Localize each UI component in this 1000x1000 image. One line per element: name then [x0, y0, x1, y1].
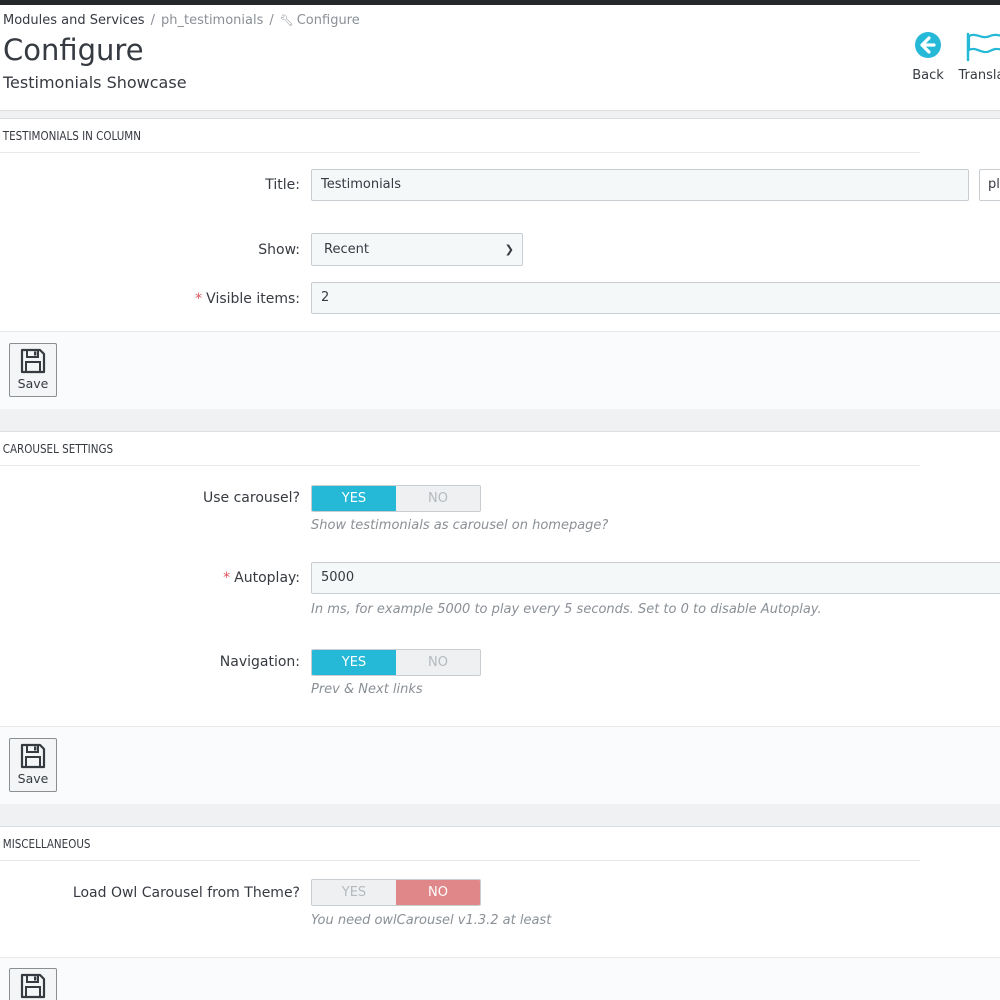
switch-yes-option[interactable]: YES [312, 650, 396, 675]
panel-testimonials-in-column: TESTIMONIALS IN COLUMN Title: Testimonia… [0, 118, 1000, 409]
wrench-icon: 🔧︎ [279, 14, 294, 27]
breadcrumb-modules-link[interactable]: Modules and Services [3, 13, 145, 28]
owl-carousel-switch[interactable]: YES NO [311, 879, 481, 906]
panel-heading: CAROUSEL SETTINGS [0, 432, 920, 466]
breadcrumb-separator: / [269, 13, 274, 28]
switch-yes-option[interactable]: YES [312, 880, 396, 905]
use-carousel-help: Show testimonials as carousel on homepag… [311, 518, 609, 533]
breadcrumb-module-link[interactable]: ph_testimonials [161, 13, 263, 28]
autoplay-input[interactable]: 5000 [311, 562, 1000, 594]
required-asterisk: * [195, 291, 203, 307]
show-label: Show: [258, 242, 300, 258]
navigation-help: Prev & Next links [311, 682, 423, 697]
back-button[interactable]: Back [910, 32, 946, 83]
save-button[interactable]: Save [9, 738, 57, 792]
floppy-disk-icon [20, 973, 46, 999]
panel-footer [0, 957, 1000, 1000]
page-title: Configure [3, 33, 144, 67]
owl-carousel-label: Load Owl Carousel from Theme? [72, 885, 300, 901]
visible-items-input[interactable]: 2 [311, 282, 1000, 314]
show-select[interactable]: Recent ❯ [311, 233, 523, 266]
owl-carousel-help: You need owlCarousel v1.3.2 at least [311, 913, 552, 928]
show-select-value: Recent [324, 242, 369, 257]
chevron-down-icon: ❯ [504, 243, 514, 256]
switch-no-option[interactable]: NO [396, 486, 480, 511]
title-label: Title: [265, 177, 300, 193]
panel-carousel-settings: CAROUSEL SETTINGS Use carousel? YES NO S… [0, 431, 1000, 804]
title-input[interactable]: Testimonials [311, 169, 969, 201]
save-label: Save [17, 376, 49, 391]
floppy-disk-icon [20, 348, 46, 374]
navigation-switch[interactable]: YES NO [311, 649, 481, 676]
arrow-circle-left-icon [915, 32, 941, 58]
panel-footer: Save [0, 726, 1000, 804]
use-carousel-switch[interactable]: YES NO [311, 485, 481, 512]
switch-yes-option[interactable]: YES [312, 486, 396, 511]
use-carousel-label: Use carousel? [203, 490, 300, 506]
page-header: Modules and Services / ph_testimonials / 🔧︎ C… [0, 5, 1000, 111]
page-subtitle: Testimonials Showcase [3, 73, 187, 92]
autoplay-label-text: Autoplay: [234, 570, 300, 586]
language-select-button[interactable]: pl [979, 169, 1000, 201]
back-label: Back [912, 68, 944, 83]
visible-items-label: * Visible items: [195, 291, 300, 307]
switch-no-option[interactable]: NO [396, 880, 480, 905]
breadcrumb-separator: / [150, 13, 155, 28]
save-button[interactable] [9, 968, 57, 1000]
required-asterisk: * [223, 570, 231, 586]
autoplay-label: * Autoplay: [223, 570, 300, 586]
panel-heading: TESTIMONIALS IN COLUMN [0, 119, 920, 153]
switch-no-option[interactable]: NO [396, 650, 480, 675]
breadcrumb: Modules and Services / ph_testimonials / 🔧︎ C… [3, 13, 360, 28]
translate-button[interactable]: Translate [958, 32, 1000, 83]
save-button[interactable]: Save [9, 343, 57, 397]
floppy-disk-icon [20, 743, 46, 769]
panel-footer: Save [0, 331, 1000, 409]
autoplay-help: In ms, for example 5000 to play every 5 … [311, 602, 822, 617]
visible-items-label-text: Visible items: [206, 291, 300, 307]
breadcrumb-current: Configure [296, 13, 360, 28]
save-label: Save [17, 771, 49, 786]
panel-miscellaneous: MISCELLANEOUS Load Owl Carousel from The… [0, 826, 1000, 1000]
flag-icon [966, 32, 1000, 62]
navigation-label: Navigation: [219, 654, 300, 670]
panel-heading: MISCELLANEOUS [0, 827, 920, 861]
translate-label: Translate [958, 68, 1000, 83]
